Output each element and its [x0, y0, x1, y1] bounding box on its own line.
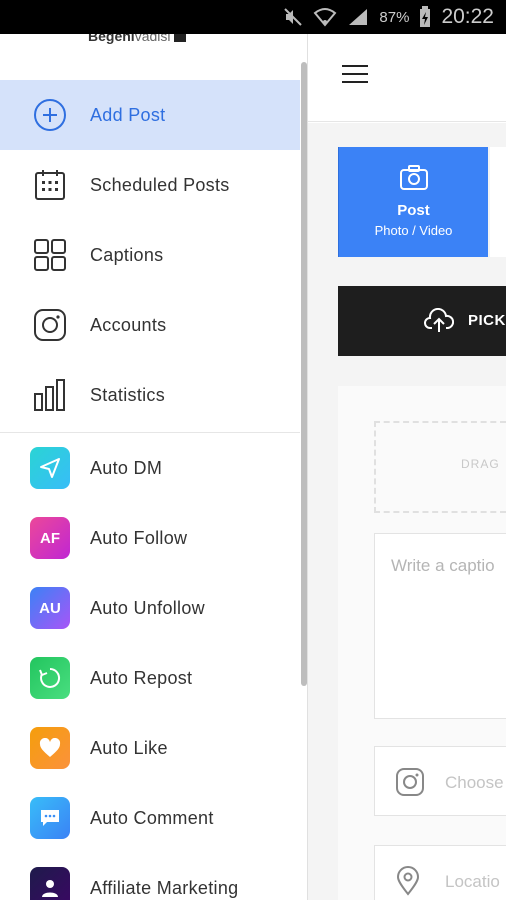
drawer-item-label: Auto Repost: [90, 667, 193, 688]
drawer-item-label: Auto Like: [90, 737, 168, 758]
drag-text: DRAG: [461, 457, 500, 471]
clock: 20:22: [441, 5, 494, 28]
mute-icon: [283, 7, 303, 27]
account-select[interactable]: Choose: [374, 746, 506, 816]
grid-icon: [30, 235, 70, 275]
main-content: Post Photo / Video PICK DRAG Write a cap…: [308, 123, 506, 900]
person-icon: [30, 867, 70, 900]
drawer-item-auto-unfollow[interactable]: AU Auto Unfollow: [0, 573, 300, 643]
drawer-item-label: Auto Comment: [90, 807, 214, 828]
user-sub-text: vadisi: [134, 34, 171, 44]
user-name: Begenivadisi: [88, 34, 187, 44]
calendar-icon: [30, 165, 70, 205]
pick-button-label: PICK: [468, 312, 506, 329]
instagram-icon: [395, 767, 425, 802]
location-input[interactable]: Locatio: [374, 845, 506, 900]
instagram-icon: [30, 305, 70, 345]
auto-dm-icon-wrap: [30, 447, 70, 489]
drawer-item-label: Affiliate Marketing: [90, 877, 239, 898]
drawer-item-label: Auto Follow: [90, 527, 188, 548]
comment-icon: [30, 797, 70, 839]
drawer-item-add-post[interactable]: Add Post: [0, 80, 300, 150]
post-form: DRAG Write a captio Choose Locatio: [338, 386, 506, 900]
caption-placeholder: Write a captio: [391, 556, 495, 575]
auto-follow-icon-wrap: AF: [30, 517, 70, 559]
drawer-item-auto-repost[interactable]: Auto Repost: [0, 643, 300, 713]
auto-unfollow-icon-wrap: AU: [30, 587, 70, 629]
cloud-upload-icon: [424, 307, 455, 339]
drawer-scrollbar[interactable]: [301, 62, 307, 686]
drawer-item-label: Add Post: [90, 104, 166, 125]
auto-unfollow-icon: AU: [30, 587, 70, 629]
battery-percent: 87%: [379, 8, 410, 26]
drawer-header: Begenivadisi: [0, 34, 307, 80]
pick-button[interactable]: PICK: [338, 286, 506, 356]
location-placeholder: Locatio: [445, 872, 500, 891]
camera-icon: [339, 165, 488, 196]
navigation-drawer: Begenivadisi Add Post Scheduled Posts Ca…: [0, 34, 308, 900]
tab-post-subtitle: Photo / Video: [374, 223, 453, 238]
drawer-item-statistics[interactable]: Statistics: [0, 360, 300, 430]
auto-like-icon-wrap: [30, 727, 70, 769]
account-placeholder: Choose: [445, 773, 504, 792]
signal-icon: [347, 7, 369, 27]
auto-repost-icon-wrap: [30, 657, 70, 699]
app-bar: [308, 34, 506, 122]
tab-post-title: Post: [397, 202, 430, 219]
auto-follow-icon: AF: [30, 517, 70, 559]
drawer-item-auto-dm[interactable]: Auto DM: [0, 433, 300, 503]
send-icon: [30, 447, 70, 489]
dropdown-icon[interactable]: [174, 34, 187, 42]
location-pin-icon: [395, 866, 421, 900]
drawer-item-auto-follow[interactable]: AF Auto Follow: [0, 503, 300, 573]
status-bar: 87% 20:22: [0, 0, 506, 34]
user-name-text: Begeni: [88, 34, 135, 44]
drawer-item-label: Auto DM: [90, 457, 163, 478]
affiliate-icon-wrap: [30, 867, 70, 900]
auto-comment-icon-wrap: [30, 797, 70, 839]
wifi-icon: [313, 7, 337, 27]
drawer-item-label: Statistics: [90, 384, 166, 405]
caption-input[interactable]: Write a captio: [374, 533, 506, 719]
bar-chart-icon: [30, 375, 70, 415]
drawer-item-affiliate-marketing[interactable]: Affiliate Marketing: [0, 853, 300, 900]
repost-icon: [30, 657, 70, 699]
drawer-item-label: Captions: [90, 244, 164, 265]
drawer-item-scheduled-posts[interactable]: Scheduled Posts: [0, 150, 300, 220]
menu-icon[interactable]: [342, 65, 368, 85]
main-screen: Post Photo / Video PICK DRAG Write a cap…: [308, 34, 506, 900]
drawer-item-label: Auto Unfollow: [90, 597, 205, 618]
add-circle-icon: [30, 95, 70, 135]
drawer-item-auto-like[interactable]: Auto Like: [0, 713, 300, 783]
tab-post[interactable]: Post Photo / Video: [338, 147, 488, 257]
battery-charging-icon: [419, 6, 431, 28]
drawer-item-label: Accounts: [90, 314, 167, 335]
drawer-item-label: Scheduled Posts: [90, 174, 230, 195]
drag-drop-area[interactable]: DRAG: [374, 421, 506, 513]
drawer-item-auto-comment[interactable]: Auto Comment: [0, 783, 300, 853]
drawer-item-accounts[interactable]: Accounts: [0, 290, 300, 360]
drawer-item-captions[interactable]: Captions: [0, 220, 300, 290]
heart-icon: [30, 727, 70, 769]
tab-next[interactable]: [490, 147, 506, 257]
